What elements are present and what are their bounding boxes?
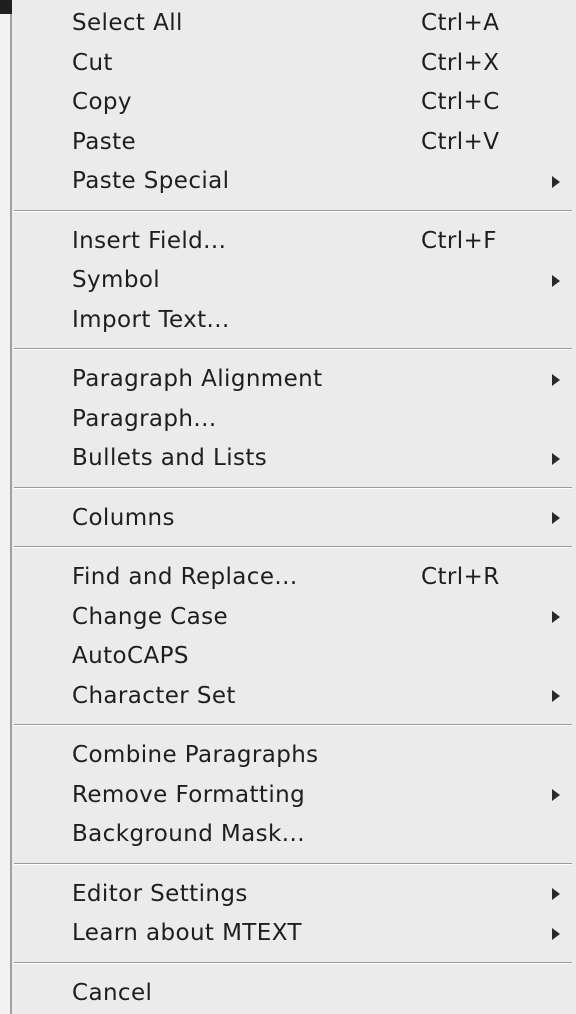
submenu-arrow-icon	[552, 789, 560, 802]
submenu-arrow-icon	[552, 690, 560, 703]
menu-item-import-text[interactable]: Import Text...	[14, 301, 574, 341]
submenu-arrow-icon	[552, 611, 560, 624]
menu-separator	[14, 716, 574, 736]
menu-item-label: Select All	[72, 10, 183, 36]
menu-separator	[14, 340, 574, 360]
menu-separator	[14, 479, 574, 499]
menu-item-label: Learn about MTEXT	[72, 920, 302, 946]
menu-item-paragraph-alignment[interactable]: Paragraph Alignment	[14, 360, 574, 400]
menu-item-shortcut: Ctrl+R	[421, 564, 500, 590]
menu-item-remove-formatting[interactable]: Remove Formatting	[14, 776, 574, 816]
menu-item-shortcut: Ctrl+F	[421, 227, 497, 254]
menu-item-label: Remove Formatting	[72, 781, 306, 808]
menu-item-columns[interactable]: Columns	[14, 499, 574, 539]
menu-item-select-all[interactable]: Select All Ctrl+A	[14, 4, 574, 44]
menu-item-autocaps[interactable]: AutoCAPS	[14, 637, 574, 677]
menu-item-label: Combine Paragraphs	[72, 742, 319, 768]
submenu-arrow-icon	[552, 927, 560, 940]
menu-item-paragraph[interactable]: Paragraph...	[14, 400, 574, 440]
menu-item-label: Insert Field...	[72, 227, 227, 254]
menu-item-label: Import Text...	[72, 306, 230, 333]
menu-item-label: Copy	[72, 89, 132, 115]
menu-item-label: Character Set	[72, 682, 236, 709]
submenu-arrow-icon	[552, 888, 560, 901]
menu-item-find-and-replace[interactable]: Find and Replace... Ctrl+R	[14, 558, 574, 598]
menu-item-label: Change Case	[72, 603, 229, 630]
menu-item-label: Editor Settings	[72, 880, 248, 907]
menu-item-shortcut: Ctrl+C	[421, 89, 500, 115]
menu-item-background-mask[interactable]: Background Mask...	[14, 815, 574, 855]
menu-item-paste[interactable]: Paste Ctrl+V	[14, 123, 574, 163]
submenu-arrow-icon	[552, 452, 560, 465]
menu-item-label: Paragraph Alignment	[72, 366, 323, 392]
menu-separator	[14, 954, 574, 974]
menu-item-cancel[interactable]: Cancel	[14, 974, 574, 1014]
window-left-edge	[0, 0, 12, 1014]
menu-item-paste-special[interactable]: Paste Special	[14, 162, 574, 202]
submenu-arrow-icon	[552, 274, 560, 287]
submenu-arrow-icon	[552, 175, 560, 188]
submenu-arrow-icon	[552, 512, 560, 525]
menu-item-character-set[interactable]: Character Set	[14, 677, 574, 717]
menu-item-bullets-and-lists[interactable]: Bullets and Lists	[14, 439, 574, 479]
menu-item-label: Bullets and Lists	[72, 445, 268, 471]
menu-item-label: Cut	[72, 49, 113, 76]
menu-item-copy[interactable]: Copy Ctrl+C	[14, 83, 574, 123]
menu-item-change-case[interactable]: Change Case	[14, 598, 574, 638]
menu-separator	[14, 202, 574, 222]
context-menu: Select All Ctrl+A Cut Ctrl+X Copy Ctrl+C Paste…	[14, 4, 574, 1014]
menu-item-editor-settings[interactable]: Editor Settings	[14, 875, 574, 915]
submenu-arrow-icon	[552, 373, 560, 386]
menu-item-label: Symbol	[72, 267, 161, 293]
menu-separator	[14, 855, 574, 875]
menu-item-label: Paste Special	[72, 168, 230, 194]
menu-separator	[14, 538, 574, 558]
menu-item-label: AutoCAPS	[72, 643, 189, 669]
menu-item-label: Find and Replace...	[72, 564, 298, 590]
menu-item-label: Paragraph...	[72, 405, 217, 432]
menu-item-shortcut: Ctrl+A	[421, 10, 500, 36]
menu-item-cut[interactable]: Cut Ctrl+X	[14, 44, 574, 84]
menu-item-symbol[interactable]: Symbol	[14, 261, 574, 301]
menu-item-insert-field[interactable]: Insert Field... Ctrl+F	[14, 222, 574, 262]
menu-item-label: Paste	[72, 128, 137, 155]
menu-item-shortcut: Ctrl+X	[421, 49, 500, 76]
menu-item-shortcut: Ctrl+V	[421, 128, 500, 155]
menu-item-combine-paragraphs[interactable]: Combine Paragraphs	[14, 736, 574, 776]
window-corner-tab	[0, 0, 12, 14]
menu-item-label: Columns	[72, 504, 175, 531]
menu-item-label: Background Mask...	[72, 821, 305, 847]
menu-item-learn-about-mtext[interactable]: Learn about MTEXT	[14, 914, 574, 954]
menu-item-label: Cancel	[72, 979, 153, 1006]
